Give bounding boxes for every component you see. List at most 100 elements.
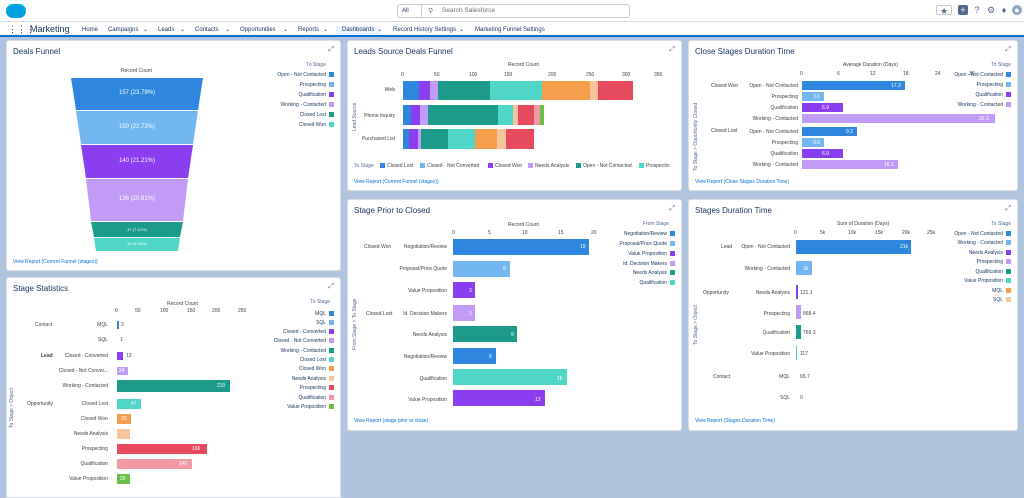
legend-item: Closed Won — [299, 122, 334, 128]
row-label: Qualification — [762, 330, 790, 336]
search-input[interactable]: Search Salesforce — [442, 5, 495, 17]
nav-dashboards[interactable]: Dashboards — [336, 26, 381, 34]
legend-title: To Stage — [310, 299, 330, 305]
legend-item: Negotiation/Review — [624, 231, 675, 237]
bar[interactable] — [117, 399, 141, 409]
bar[interactable] — [802, 114, 995, 123]
reports-chevron-down-icon[interactable]: ⌄ — [323, 26, 328, 34]
setup-gear-icon[interactable]: ⚙ — [986, 5, 996, 15]
axis-tick: 150 — [187, 308, 196, 314]
opportunities-chevron-down-icon[interactable]: ⌄ — [283, 26, 288, 34]
view-report-link[interactable]: View Report (Current Funnel (stages)) — [354, 179, 439, 185]
view-report-link[interactable]: View Report (stage prior to close) — [354, 418, 428, 424]
row-label: Value Proposition — [408, 397, 447, 403]
salesforce-logo-icon[interactable] — [6, 4, 26, 18]
group-label: Lead — [721, 244, 733, 250]
search-scope-select[interactable]: All — [398, 5, 422, 17]
row-label: Closed - Not Conver... — [58, 368, 108, 374]
row-label: Needs Analysis — [412, 332, 447, 338]
expand-icon[interactable]: ⤢ — [328, 283, 334, 291]
nav-record-history-settings[interactable]: Record History Settings — [393, 26, 456, 34]
bar[interactable] — [796, 305, 801, 319]
group-label: Opportunity — [27, 401, 53, 407]
bar-value: 13 — [126, 353, 132, 359]
bar[interactable] — [453, 326, 517, 342]
bar[interactable] — [802, 81, 905, 90]
row-label: Working - Contacted — [62, 383, 108, 389]
legend-item: Closed Won — [488, 163, 522, 169]
row-label: Working - Contacted — [752, 162, 798, 168]
bar[interactable] — [117, 380, 230, 392]
row-label: SQL — [779, 395, 790, 401]
bar[interactable] — [117, 352, 123, 360]
bar[interactable] — [453, 369, 567, 385]
stage-prior-to-closed-panel: Stage Prior to Closed ⤢ Record Count 0 5… — [347, 199, 682, 431]
bar[interactable] — [796, 240, 911, 254]
search-icon: ⚲ — [428, 8, 434, 15]
help-icon[interactable]: ? — [972, 5, 982, 15]
axis-tick: 20k — [902, 230, 911, 236]
row-label: Qualification — [419, 376, 447, 382]
expand-icon[interactable]: ⤢ — [1005, 46, 1011, 54]
expand-icon[interactable]: ⤢ — [1005, 205, 1011, 213]
y-axis-label: To Stage > Object — [693, 305, 699, 345]
bar-value: 117 — [800, 351, 808, 357]
legend-item: Proposal/Price Quote — [619, 241, 675, 247]
legend-item: Qualification — [639, 280, 675, 286]
axis-tick: 24 — [935, 71, 941, 77]
legend-item: MQL — [992, 288, 1011, 294]
global-search[interactable]: All ⚲ Search Salesforce — [397, 4, 630, 18]
nav-contacts[interactable]: Contacts — [195, 26, 219, 34]
chart-subtitle: Record Count — [167, 301, 198, 307]
axis-tick: 6 — [837, 71, 840, 77]
bar[interactable] — [117, 321, 119, 329]
bar-value: 32.3 — [979, 116, 989, 122]
legend-item: Qualification — [298, 92, 334, 98]
view-report-link[interactable]: View Report (Close Stages Duration Time) — [695, 179, 789, 185]
axis-tick: 10 — [522, 230, 528, 236]
campaigns-chevron-down-icon[interactable]: ⌄ — [143, 26, 148, 34]
legend-title: To Stage — [306, 62, 326, 68]
bar-purchased-list — [403, 129, 534, 149]
bar-value: 13 — [535, 397, 541, 403]
legend-item: Closed Lost — [380, 163, 413, 169]
nav-leads[interactable]: Leads — [158, 26, 174, 34]
legend-item: Working - Contacted — [958, 240, 1011, 246]
bar[interactable] — [453, 239, 589, 255]
group-label: Closed Lost — [366, 311, 393, 317]
favorites-star-icon[interactable]: ★ — [936, 5, 952, 16]
bar-value: 3 — [469, 311, 472, 317]
bar[interactable] — [453, 261, 510, 277]
bar[interactable] — [796, 346, 797, 360]
contacts-chevron-down-icon[interactable]: ⌄ — [225, 26, 230, 34]
row-label: Open - Not Contacted — [749, 129, 798, 135]
dashboards-chevron-down-icon[interactable]: ⌄ — [377, 26, 382, 34]
bar[interactable] — [796, 325, 801, 339]
bar-value: 9.2 — [846, 129, 853, 135]
bar[interactable] — [453, 390, 545, 406]
legend-item: MQL — [315, 311, 334, 317]
group-label: Opportunity — [703, 290, 729, 296]
add-icon[interactable]: + — [958, 5, 968, 15]
global-header: All ⚲ Search Salesforce ★ + ? ⚙ ♦ ● — [0, 0, 1024, 22]
record-history-chevron-down-icon[interactable]: ⌄ — [459, 26, 464, 34]
notifications-bell-icon[interactable]: ♦ — [999, 5, 1009, 15]
nav-marketing-funnel-settings[interactable]: Marketing Funnel Settings — [475, 26, 545, 34]
axis-tick: 10k — [848, 230, 857, 236]
expand-icon[interactable]: ⤢ — [669, 205, 675, 213]
nav-reports[interactable]: Reports — [298, 26, 319, 34]
bar[interactable] — [117, 429, 130, 439]
legend-item: Closed Lost — [300, 112, 334, 118]
row-label: Open - Not Contacted — [741, 244, 790, 250]
user-avatar[interactable]: ● — [1012, 5, 1022, 15]
leads-chevron-down-icon[interactable]: ⌄ — [180, 26, 185, 34]
row-label: Prospecting — [771, 140, 798, 146]
axis-tick: 25k — [927, 230, 936, 236]
nav-opportunities[interactable]: Opportunities — [240, 26, 276, 34]
nav-campaigns[interactable]: Campaigns — [108, 26, 138, 34]
bar-value: 3 — [469, 288, 472, 294]
bar[interactable] — [796, 285, 798, 299]
view-report-link[interactable]: View Report (Current Funnel (stages)) — [13, 259, 98, 265]
nav-home[interactable]: Home — [82, 26, 98, 34]
view-report-link[interactable]: View Report (Stages Duration Time) — [695, 418, 775, 424]
